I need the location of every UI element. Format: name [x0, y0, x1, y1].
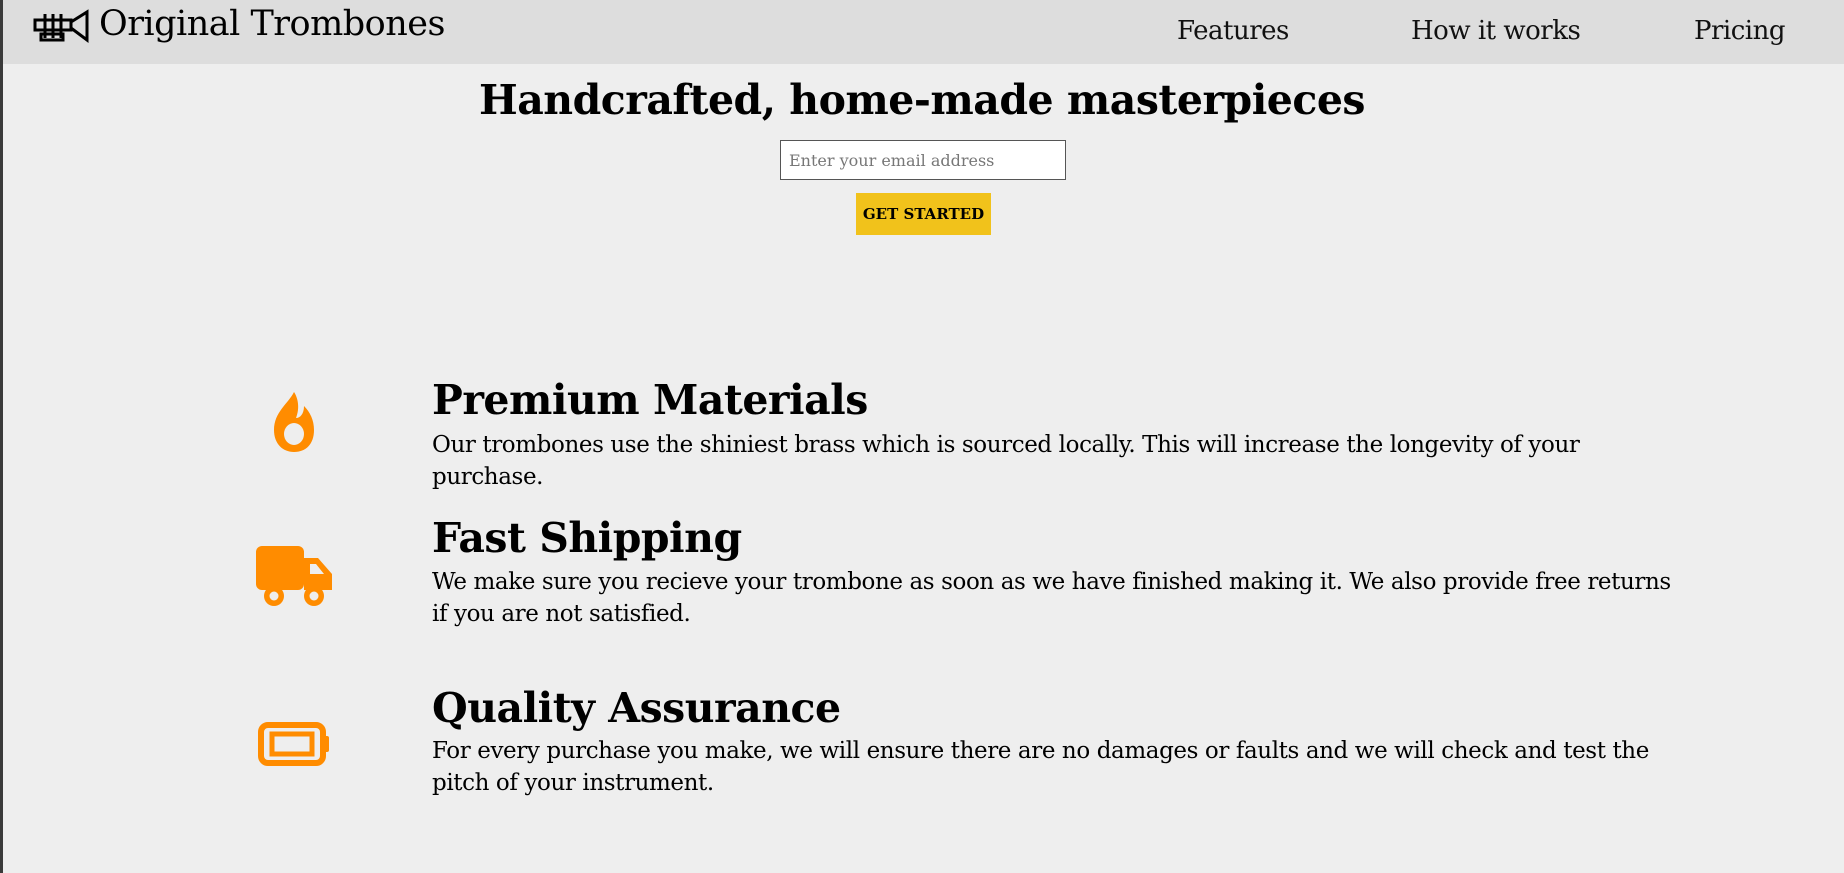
brand-name: Original Trombones — [99, 4, 445, 44]
truck-icon — [254, 544, 334, 612]
hero-title: Handcrafted, home-made masterpieces — [478, 76, 1366, 124]
fire-icon — [266, 390, 322, 458]
get-started-button[interactable]: GET STARTED — [856, 193, 991, 235]
site-header: Original Trombones Features How it works… — [3, 0, 1844, 64]
feature-title-premium-materials: Premium Materials — [432, 376, 868, 424]
feature-desc-fast-shipping: We make sure you recieve your trombone a… — [432, 569, 1671, 627]
email-input[interactable] — [780, 140, 1066, 180]
feature-title-fast-shipping: Fast Shipping — [432, 514, 742, 562]
feature-desc-quality-assurance: For every purchase you make, we will ens… — [432, 738, 1649, 796]
window-edge — [0, 0, 3, 873]
nav-link-how-it-works[interactable]: How it works — [1411, 16, 1581, 46]
nav-link-features[interactable]: Features — [1177, 16, 1289, 46]
trumpet-icon — [33, 9, 89, 43]
feature-desc-premium-materials: Our trombones use the shiniest brass whi… — [432, 432, 1580, 490]
feature-title-quality-assurance: Quality Assurance — [432, 684, 841, 732]
battery-icon — [258, 722, 330, 770]
nav-link-pricing[interactable]: Pricing — [1694, 16, 1786, 46]
logo[interactable]: Original Trombones — [31, 4, 445, 46]
